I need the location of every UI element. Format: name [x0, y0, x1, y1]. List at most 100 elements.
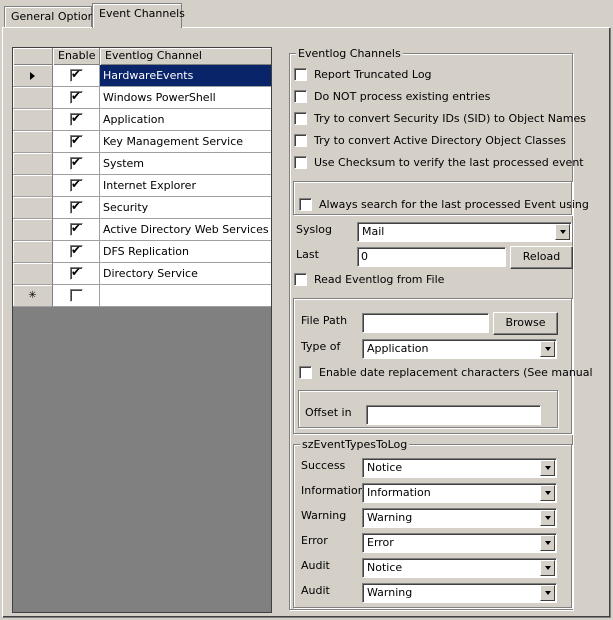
eventlog-channel-grid[interactable]: Enable Eventlog Channel ✔ HardwareEvents ✔…	[12, 47, 272, 613]
success-select[interactable]: Notice	[362, 458, 557, 478]
channel-name-cell[interactable]: Security	[100, 197, 271, 219]
success-value: Notice	[367, 461, 403, 474]
enable-cell: ✔	[53, 131, 100, 153]
option-report-truncated-log[interactable]: Report Truncated Log	[294, 68, 432, 81]
convert-sid-checkbox[interactable]	[294, 112, 307, 125]
option-date-replacement[interactable]: Enable date replacement characters (See …	[299, 366, 593, 379]
warning-select[interactable]: Warning	[362, 508, 557, 528]
header-eventlog-channel[interactable]: Eventlog Channel	[100, 48, 271, 65]
convert-ad-checkbox[interactable]	[294, 134, 307, 147]
channel-name-cell[interactable]: HardwareEvents	[100, 65, 271, 87]
error-value: Error	[367, 536, 394, 549]
channel-name-cell[interactable]: Key Management Service	[100, 131, 271, 153]
triangle-right-icon	[30, 71, 35, 80]
enable-checkbox[interactable]: ✔	[69, 265, 83, 280]
channel-name-cell[interactable]: Active Directory Web Services	[100, 219, 271, 241]
channel-name-cell[interactable]: Internet Explorer	[100, 175, 271, 197]
row-header[interactable]	[13, 65, 53, 87]
table-row[interactable]: ✔ Windows PowerShell	[13, 87, 271, 109]
channel-name-cell[interactable]: DFS Replication	[100, 241, 271, 263]
table-row[interactable]: ✔ Key Management Service	[13, 131, 271, 153]
chevron-down-icon[interactable]	[540, 535, 555, 551]
option-convert-ad-classes[interactable]: Try to convert Active Directory Object C…	[294, 134, 566, 147]
option-always-search[interactable]: Always search for the last processed Eve…	[299, 198, 589, 211]
enable-cell: ✔	[53, 219, 100, 241]
chevron-down-icon[interactable]	[555, 224, 570, 240]
audit-failure-select[interactable]: Warning	[362, 583, 557, 603]
enable-checkbox[interactable]: ✔	[69, 199, 83, 214]
row-header[interactable]	[13, 131, 53, 153]
enable-checkbox[interactable]: ✔	[69, 221, 83, 236]
enable-checkbox[interactable]: ✔	[69, 133, 83, 148]
offset-in-label: Offset in	[305, 406, 352, 419]
table-row[interactable]: ✔ DFS Replication	[13, 241, 271, 263]
type-of-label: Type of	[301, 340, 341, 353]
syslog-value: Mail	[362, 225, 385, 238]
row-header[interactable]	[13, 219, 53, 241]
enable-checkbox[interactable]: ✔	[69, 111, 83, 126]
enable-checkbox[interactable]	[69, 289, 83, 302]
channel-name-cell[interactable]: System	[100, 153, 271, 175]
tab-general-options[interactable]: General Options	[4, 6, 100, 27]
use-checksum-checkbox[interactable]	[294, 156, 307, 169]
enable-checkbox[interactable]: ✔	[69, 177, 83, 192]
browse-button[interactable]: Browse	[493, 312, 558, 335]
grid-rows: ✔ HardwareEvents ✔ Windows PowerShell ✔ Appli…	[13, 65, 271, 307]
chevron-down-icon[interactable]	[540, 341, 555, 357]
date-replacement-checkbox[interactable]	[299, 366, 312, 379]
error-label: Error	[301, 534, 328, 547]
table-row[interactable]: ✔ Active Directory Web Services	[13, 219, 271, 241]
chevron-down-icon[interactable]	[540, 585, 555, 601]
option-convert-sid[interactable]: Try to convert Security IDs (SID) to Obj…	[294, 112, 586, 125]
channel-name-cell[interactable]: Windows PowerShell	[100, 87, 271, 109]
always-search-checkbox[interactable]	[299, 198, 312, 211]
option-use-checksum[interactable]: Use Checksum to verify the last processe…	[294, 156, 584, 169]
row-header[interactable]	[13, 197, 53, 219]
row-header[interactable]	[13, 263, 53, 285]
option-do-not-process-existing[interactable]: Do NOT process existing entries	[294, 90, 490, 103]
new-row[interactable]: ✳	[13, 285, 271, 307]
enable-cell: ✔	[53, 65, 100, 87]
type-of-select[interactable]: Application	[362, 339, 557, 359]
header-enable[interactable]: Enable	[53, 48, 100, 65]
file-path-input[interactable]	[362, 313, 489, 333]
enable-checkbox[interactable]: ✔	[69, 89, 83, 104]
report-truncated-checkbox[interactable]	[294, 68, 307, 81]
row-header[interactable]	[13, 109, 53, 131]
table-row[interactable]: ✔ Security	[13, 197, 271, 219]
channel-name-cell[interactable]	[100, 285, 271, 307]
table-row[interactable]: ✔ System	[13, 153, 271, 175]
tab-event-channels[interactable]: Event Channels	[92, 3, 185, 28]
offset-in-input[interactable]	[366, 405, 541, 425]
row-header[interactable]	[13, 241, 53, 263]
chevron-down-icon[interactable]	[540, 560, 555, 576]
table-row[interactable]: ✔ Directory Service	[13, 263, 271, 285]
chevron-down-icon[interactable]	[540, 510, 555, 526]
row-header[interactable]	[13, 153, 53, 175]
row-header[interactable]	[13, 87, 53, 109]
do-not-process-checkbox[interactable]	[294, 90, 307, 103]
enable-checkbox[interactable]: ✔	[69, 67, 83, 82]
table-row[interactable]: ✔ Application	[13, 109, 271, 131]
syslog-label: Syslog	[296, 223, 332, 236]
option-read-from-file[interactable]: Read Eventlog from File	[294, 273, 444, 286]
table-row[interactable]: ✔ HardwareEvents	[13, 65, 271, 87]
chevron-down-icon[interactable]	[540, 485, 555, 501]
enable-checkbox[interactable]: ✔	[69, 243, 83, 258]
row-header[interactable]: ✳	[13, 285, 53, 307]
error-select[interactable]: Error	[362, 533, 557, 553]
audit-success-select[interactable]: Notice	[362, 558, 557, 578]
last-label: Last	[296, 248, 319, 261]
read-from-file-checkbox[interactable]	[294, 273, 307, 286]
success-label: Success	[301, 459, 346, 472]
table-row[interactable]: ✔ Internet Explorer	[13, 175, 271, 197]
reload-button[interactable]: Reload	[510, 246, 573, 269]
channel-name-cell[interactable]: Directory Service	[100, 263, 271, 285]
information-select[interactable]: Information	[362, 483, 557, 503]
enable-checkbox[interactable]: ✔	[69, 155, 83, 170]
last-input[interactable]: 0	[357, 247, 506, 267]
chevron-down-icon[interactable]	[540, 460, 555, 476]
syslog-select[interactable]: Mail	[357, 222, 572, 242]
row-header[interactable]	[13, 175, 53, 197]
channel-name-cell[interactable]: Application	[100, 109, 271, 131]
